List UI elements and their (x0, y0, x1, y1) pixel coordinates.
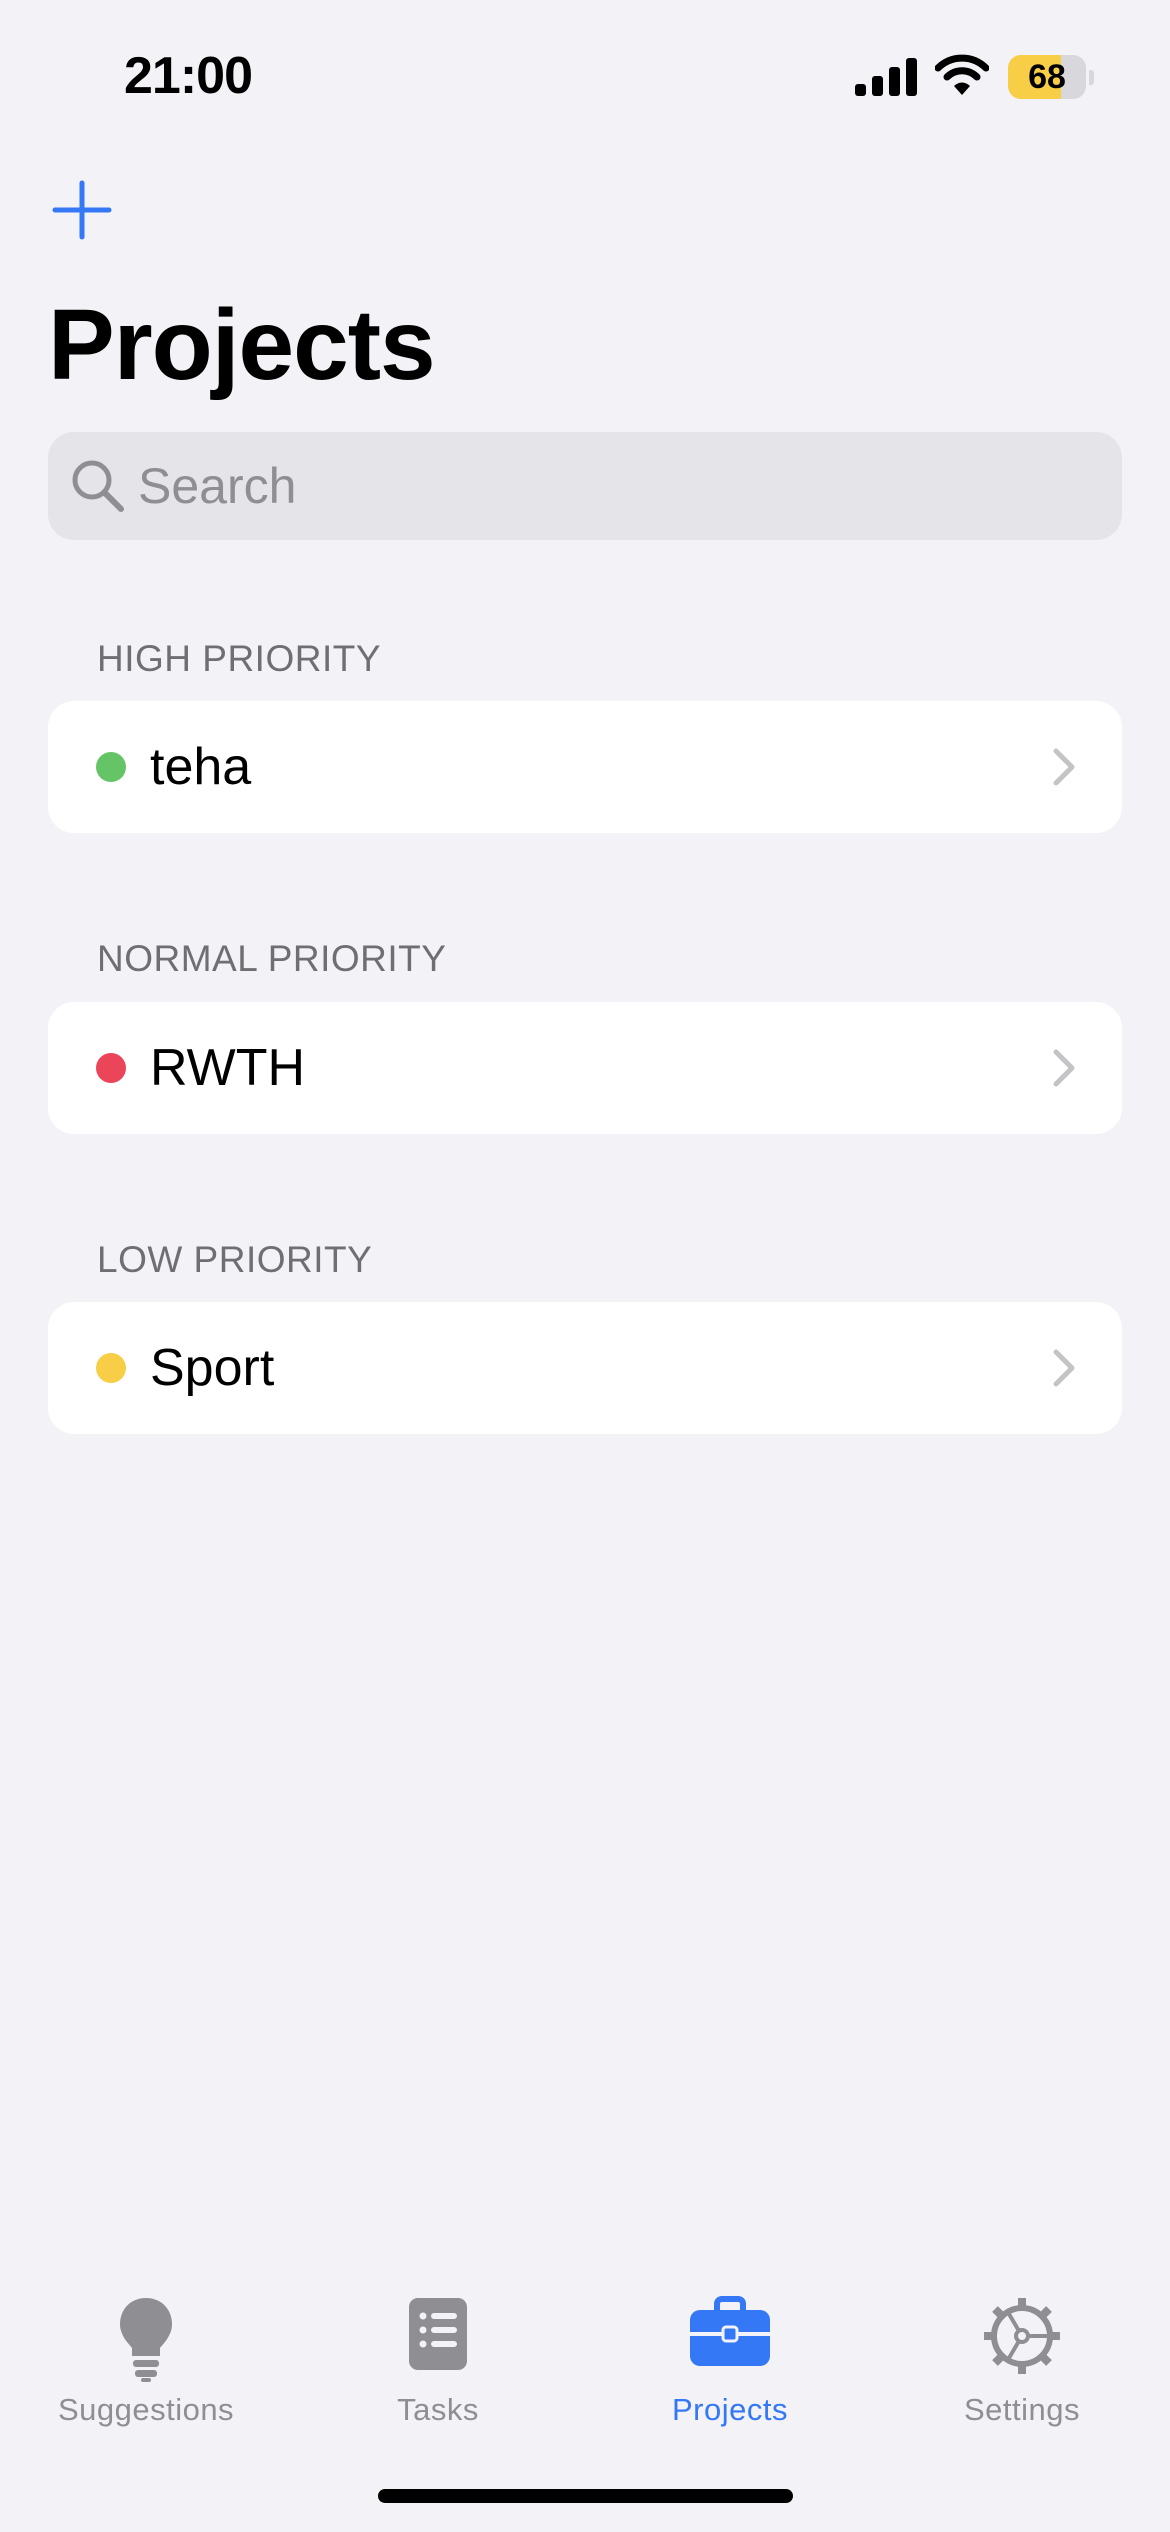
wifi-icon (934, 54, 990, 101)
section-header-high-priority: HIGH PRIORITY (97, 638, 382, 679)
priority-dot (96, 752, 126, 782)
tab-suggestions[interactable]: Suggestions (0, 2270, 292, 2430)
status-time: 21:00 (124, 47, 253, 105)
add-project-button[interactable] (50, 178, 114, 242)
project-name: Sport (150, 1339, 275, 1397)
section-header-normal-priority: NORMAL PRIORITY (97, 938, 447, 979)
project-name: RWTH (150, 1039, 306, 1097)
priority-dot (96, 1053, 126, 1083)
project-row-rwth[interactable]: RWTH (48, 1002, 1122, 1134)
lightbulb-icon (0, 2296, 292, 2384)
tab-tasks[interactable]: Tasks (292, 2270, 584, 2430)
chevron-right-icon (1052, 1348, 1076, 1393)
section-header-low-priority: LOW PRIORITY (97, 1239, 373, 1280)
search-input[interactable] (138, 432, 1098, 540)
battery-cap (1089, 70, 1094, 85)
project-name: teha (150, 738, 252, 796)
search-bar[interactable] (48, 432, 1122, 540)
task-list-icon (292, 2296, 584, 2384)
battery-icon: 68 (1008, 55, 1086, 99)
tab-label: Settings (963, 2392, 1080, 2427)
priority-dot (96, 1353, 126, 1383)
tab-settings[interactable]: Settings (876, 2270, 1168, 2430)
chevron-right-icon (1052, 1048, 1076, 1093)
plus-icon (52, 180, 112, 240)
page-title: Projects (48, 289, 436, 401)
search-icon (70, 458, 126, 519)
signal-icon (855, 58, 917, 101)
tab-projects[interactable]: Projects (584, 2270, 876, 2430)
chevron-right-icon (1052, 747, 1076, 792)
project-row-sport[interactable]: Sport (48, 1302, 1122, 1434)
tab-label: Projects (672, 2392, 788, 2427)
gear-icon (876, 2296, 1168, 2384)
project-row-teha[interactable]: teha (48, 701, 1122, 833)
battery-level: 68 (1028, 57, 1066, 96)
status-bar: 21:00 68 (0, 0, 1170, 150)
tab-label: Tasks (397, 2392, 479, 2427)
tab-label: Suggestions (57, 2392, 235, 2427)
briefcase-icon (584, 2296, 876, 2384)
home-indicator (378, 2489, 793, 2503)
